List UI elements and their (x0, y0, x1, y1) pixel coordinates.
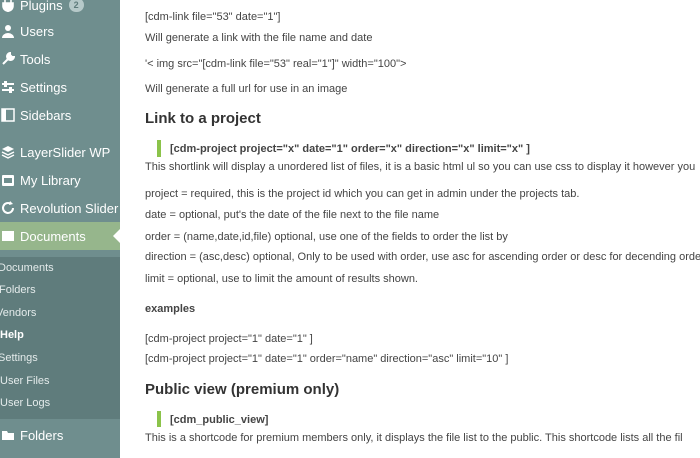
image-example-description: Will generate a full url for use in an i… (145, 83, 348, 95)
layers-icon (0, 144, 16, 160)
param-order: order = (name,date,id,file) optional, us… (145, 231, 508, 243)
menu-tools-label: Tools (20, 51, 51, 67)
link-example-description: Will generate a link with the file name … (145, 32, 373, 44)
code-quote-bar (157, 411, 161, 427)
submenu-settings[interactable]: Settings (0, 352, 38, 364)
user-icon (0, 23, 16, 39)
submenu-vendors[interactable]: Vendors (0, 307, 36, 319)
example-shortcode-1: [cdm-project project="1" date="1" ] (145, 333, 313, 345)
menu-documents-label: Documents (20, 228, 86, 244)
menu-users-label: Users (20, 23, 54, 39)
menu-settings[interactable]: Settings (0, 73, 120, 101)
menu-users[interactable]: Users (0, 17, 120, 45)
param-project: project = required, this is the project … (145, 188, 580, 200)
param-limit: limit = optional, use to limit the amoun… (145, 273, 418, 285)
settings-icon (0, 79, 16, 95)
submenu-folders[interactable]: Folders (0, 284, 36, 296)
plugin-icon (0, 0, 16, 13)
refresh-icon (0, 200, 16, 216)
help-content: [cdm-link file="53" date="1"] Will gener… (120, 0, 700, 458)
code-quote-bar (157, 140, 161, 157)
sidebar-icon (0, 107, 16, 123)
menu-folders[interactable]: Folders (0, 421, 120, 449)
example-shortcode-2: [cdm-project project="1" date="1" order=… (145, 353, 509, 365)
param-date: date = optional, put's the date of the f… (145, 209, 440, 221)
admin-sidebar: Plugins 2 Users Tools Settings Sidebars … (0, 0, 120, 458)
submenu-user-logs[interactable]: User Logs (0, 397, 50, 409)
menu-sidebars[interactable]: Sidebars (0, 101, 120, 129)
project-shortcode-description: This shortlink will display a unordered … (145, 161, 696, 173)
menu-my-library[interactable]: My Library (0, 166, 120, 194)
image-shortcode-example: '< img src="[cdm-link file="53" real="1"… (145, 58, 407, 70)
section-heading-link-to-project: Link to a project (145, 110, 261, 127)
documents-icon (0, 228, 16, 244)
menu-settings-label: Settings (20, 79, 67, 95)
submenu-documents[interactable]: Documents (0, 262, 54, 274)
public-view-shortcode: [cdm_public_view] (170, 414, 269, 426)
library-icon (0, 172, 16, 188)
menu-plugins-label: Plugins (20, 0, 63, 13)
section-heading-public-view: Public view (premium only) (145, 381, 340, 398)
submenu-user-files[interactable]: User Files (0, 375, 50, 387)
menu-tools[interactable]: Tools (0, 45, 120, 73)
menu-documents[interactable]: Documents (0, 222, 120, 250)
shortcode-link-example: [cdm-link file="53" date="1"] (145, 11, 281, 23)
documents-submenu: Documents Folders Vendors Help Settings … (0, 257, 120, 419)
menu-revolution-slider-label: Revolution Slider (20, 200, 119, 216)
examples-label: examples (145, 303, 196, 315)
project-shortcode: [cdm-project project="x" date="1" order=… (170, 143, 530, 155)
folder-icon (0, 427, 16, 443)
menu-my-library-label: My Library (20, 172, 81, 188)
menu-layerslider-label: LayerSlider WP (20, 144, 111, 160)
menu-layerslider[interactable]: LayerSlider WP (0, 138, 120, 166)
menu-sidebars-label: Sidebars (20, 107, 72, 123)
plugins-update-badge: 2 (68, 0, 84, 12)
wrench-icon (0, 51, 16, 67)
public-view-description: This is a shortcode for premium members … (145, 432, 683, 444)
menu-folders-label: Folders (20, 427, 64, 443)
param-direction: direction = (asc,desc) optional, Only to… (145, 251, 700, 263)
submenu-help[interactable]: Help (0, 329, 24, 341)
menu-revolution-slider[interactable]: Revolution Slider (0, 194, 120, 222)
